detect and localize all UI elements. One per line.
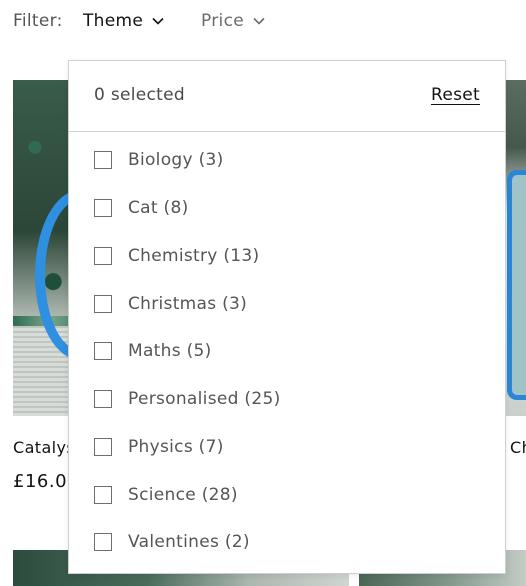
theme-option-personalised[interactable]: Personalised (25) bbox=[94, 385, 281, 413]
theme-option-maths[interactable]: Maths (5) bbox=[94, 337, 212, 365]
theme-filter-dropdown: 0 selected Reset Biology (3) Cat (8) Che… bbox=[68, 60, 506, 574]
option-label: Chemistry (13) bbox=[128, 246, 260, 266]
option-label: Maths (5) bbox=[128, 341, 212, 361]
checkbox[interactable] bbox=[94, 247, 112, 265]
option-label: Christmas (3) bbox=[128, 294, 248, 314]
checkbox[interactable] bbox=[94, 199, 112, 217]
theme-filter-label: Theme bbox=[83, 11, 144, 31]
product-image[interactable] bbox=[505, 80, 526, 416]
selected-count: 0 selected bbox=[94, 85, 185, 105]
reset-link[interactable]: Reset bbox=[431, 85, 480, 105]
checkbox[interactable] bbox=[94, 438, 112, 456]
product-price: £16.00 bbox=[13, 471, 73, 492]
collection-page: Filter: Theme Price Catalyst Ch £16.00 0… bbox=[0, 0, 526, 586]
theme-option-biology[interactable]: Biology (3) bbox=[94, 146, 224, 174]
theme-filter-button[interactable]: Theme bbox=[83, 11, 165, 31]
option-label: Physics (7) bbox=[128, 437, 224, 457]
theme-option-cat[interactable]: Cat (8) bbox=[94, 194, 189, 222]
theme-option-physics[interactable]: Physics (7) bbox=[94, 433, 224, 461]
price-filter-button[interactable]: Price bbox=[201, 11, 266, 31]
price-filter-label: Price bbox=[201, 11, 244, 31]
dropdown-header: 0 selected Reset bbox=[69, 61, 505, 132]
option-label: Personalised (25) bbox=[128, 389, 281, 409]
checkbox[interactable] bbox=[94, 390, 112, 408]
chevron-down-icon bbox=[151, 14, 165, 28]
theme-option-christmas[interactable]: Christmas (3) bbox=[94, 290, 247, 318]
option-label: Biology (3) bbox=[128, 150, 224, 170]
product-title[interactable]: Ch bbox=[510, 438, 526, 457]
theme-option-science[interactable]: Science (28) bbox=[94, 481, 238, 509]
theme-option-chemistry[interactable]: Chemistry (13) bbox=[94, 242, 259, 270]
checkbox[interactable] bbox=[94, 342, 112, 360]
theme-option-valentines[interactable]: Valentines (2) bbox=[94, 528, 250, 556]
option-label: Cat (8) bbox=[128, 198, 189, 218]
filter-label: Filter: bbox=[13, 11, 63, 31]
option-label: Science (28) bbox=[128, 485, 238, 505]
option-label: Valentines (2) bbox=[128, 532, 250, 552]
chevron-down-icon bbox=[252, 14, 266, 28]
checkbox[interactable] bbox=[94, 486, 112, 504]
product-title[interactable]: Catalyst bbox=[13, 438, 73, 457]
checkbox[interactable] bbox=[94, 151, 112, 169]
product-photo-detail bbox=[507, 170, 526, 400]
checkbox[interactable] bbox=[94, 533, 112, 551]
checkbox[interactable] bbox=[94, 295, 112, 313]
